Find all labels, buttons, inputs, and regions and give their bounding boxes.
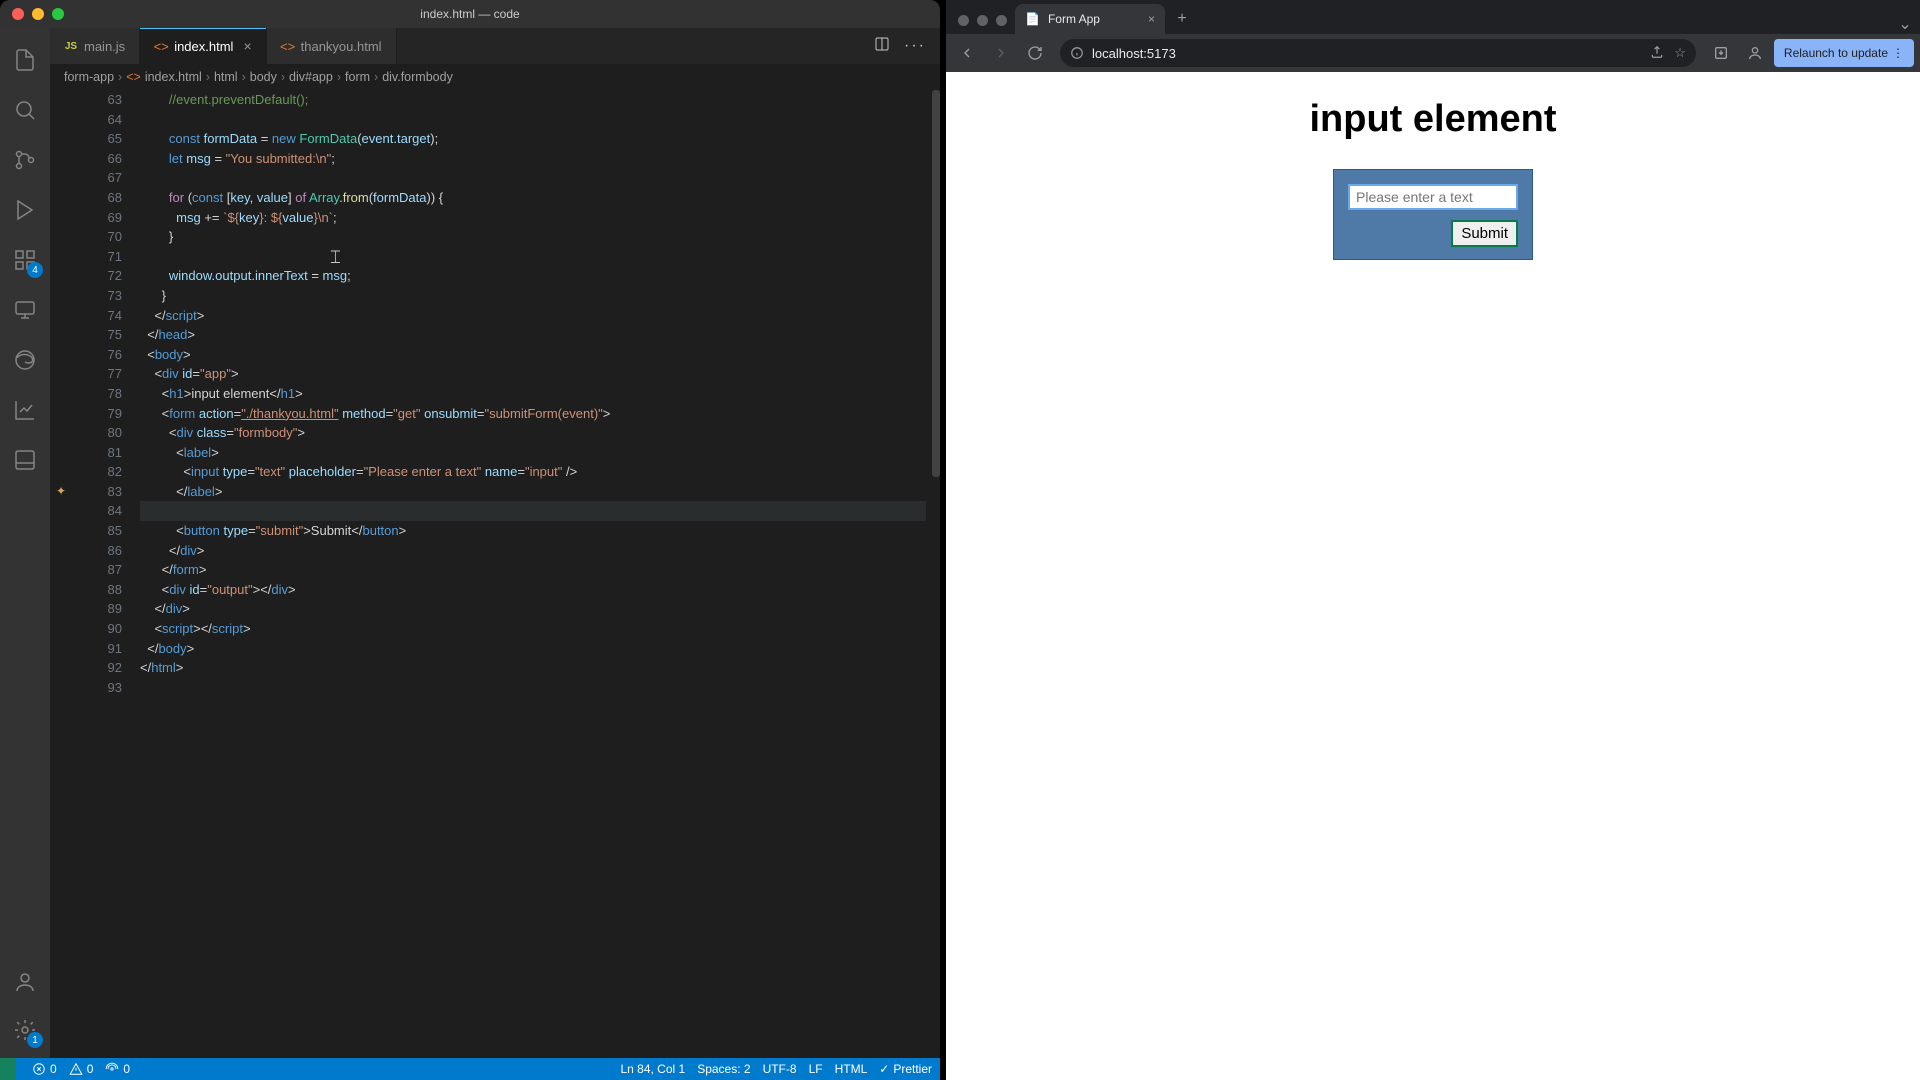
problems-warnings[interactable]: 0 — [69, 1062, 94, 1076]
extensions-icon[interactable]: 4 — [1, 236, 49, 284]
settings-gear-icon[interactable]: 1 — [1, 1006, 49, 1054]
install-app-icon[interactable] — [1706, 38, 1736, 68]
glyph-margin: ✦ — [50, 90, 76, 1058]
tab-main-js[interactable]: JS main.js — [50, 28, 140, 64]
status-bar: 0 0 0 Ln 84, Col 1 Spaces: 2 UTF-8 LF HT… — [0, 1058, 940, 1080]
problems-errors[interactable]: 0 — [32, 1062, 57, 1076]
activity-bar: 4 1 — [0, 28, 50, 1058]
encoding[interactable]: UTF-8 — [763, 1062, 797, 1076]
relaunch-button[interactable]: Relaunch to update⋮ — [1774, 39, 1914, 67]
breadcrumb[interactable]: form-app› <>index.html› html› body› div#… — [50, 64, 940, 90]
tab-label: thankyou.html — [301, 39, 382, 54]
sparkle-icon: ✦ — [56, 482, 66, 502]
remote-explorer-icon[interactable] — [1, 286, 49, 334]
browser-tab-title: Form App — [1048, 12, 1100, 26]
breadcrumb-item[interactable]: form — [345, 70, 370, 84]
breadcrumb-item[interactable]: div#app — [289, 70, 333, 84]
split-editor-icon[interactable] — [874, 36, 890, 57]
extensions-badge: 4 — [27, 262, 43, 278]
tab-list-chevron-icon[interactable]: ⌄ — [1890, 14, 1920, 34]
editor-actions: ··· — [860, 28, 940, 64]
js-file-icon: JS — [64, 39, 78, 53]
editor-tabs: JS main.js <> index.html × <> thankyou.h… — [50, 28, 940, 64]
tab-index-html[interactable]: <> index.html × — [140, 28, 266, 64]
minimize-window-button[interactable] — [32, 8, 44, 20]
line-number-gutter: 6364656667686970717273747576777879808182… — [76, 90, 140, 1058]
url-text: localhost:5173 — [1092, 46, 1176, 61]
rendered-page: input element Submit — [946, 72, 1920, 1080]
vscode-titlebar: index.html — code — [0, 0, 940, 28]
window-title: index.html — code — [420, 7, 519, 21]
close-tab-icon[interactable]: × — [1148, 12, 1155, 26]
breadcrumb-item[interactable]: index.html — [145, 70, 202, 84]
traffic-lights — [12, 8, 64, 20]
browser-traffic-lights — [958, 15, 1007, 26]
breadcrumb-item[interactable]: html — [214, 70, 238, 84]
close-tab-icon[interactable]: × — [243, 38, 251, 54]
reload-icon[interactable] — [1020, 38, 1050, 68]
browser-tab[interactable]: 📄 Form App × — [1015, 4, 1165, 34]
settings-badge: 1 — [27, 1032, 43, 1048]
breadcrumb-item[interactable]: form-app — [64, 70, 114, 84]
edge-icon[interactable] — [1, 336, 49, 384]
run-debug-icon[interactable] — [1, 186, 49, 234]
bookmark-star-icon[interactable]: ☆ — [1674, 45, 1686, 62]
address-bar[interactable]: localhost:5173 ☆ — [1060, 39, 1696, 67]
submit-button[interactable]: Submit — [1451, 220, 1518, 247]
html-file-icon: <> — [154, 39, 168, 53]
new-tab-button[interactable]: + — [1169, 6, 1195, 32]
explorer-icon[interactable] — [1, 36, 49, 84]
minimap-scrollbar[interactable] — [926, 90, 940, 1058]
indentation[interactable]: Spaces: 2 — [697, 1062, 750, 1076]
eol[interactable]: LF — [809, 1062, 823, 1076]
tab-label: index.html — [174, 39, 233, 54]
remote-indicator[interactable] — [0, 1058, 16, 1080]
site-info-icon[interactable] — [1070, 46, 1084, 60]
ports-indicator[interactable]: 0 — [105, 1062, 130, 1076]
tab-favicon: 📄 — [1025, 12, 1040, 26]
html-file-icon: <> — [281, 39, 295, 53]
text-cursor-icon: ⌶ — [330, 248, 341, 268]
cursor-position[interactable]: Ln 84, Col 1 — [620, 1062, 685, 1076]
more-actions-icon[interactable]: ··· — [904, 37, 926, 55]
nav-forward-icon[interactable] — [986, 38, 1016, 68]
search-icon[interactable] — [1, 86, 49, 134]
chart-icon[interactable] — [1, 386, 49, 434]
share-icon[interactable] — [1650, 45, 1664, 62]
page-heading: input element — [1309, 98, 1556, 141]
panel-icon[interactable] — [1, 436, 49, 484]
maximize-window-button[interactable] — [52, 8, 64, 20]
editor-area: JS main.js <> index.html × <> thankyou.h… — [50, 28, 940, 1058]
breadcrumb-item[interactable]: body — [250, 70, 277, 84]
browser-tabstrip: 📄 Form App × + ⌄ — [946, 0, 1920, 34]
language-mode[interactable]: HTML — [835, 1062, 868, 1076]
browser-toolbar: localhost:5173 ☆ Relaunch to update⋮ — [946, 34, 1920, 72]
profile-icon[interactable] — [1740, 38, 1770, 68]
tab-label: main.js — [84, 39, 125, 54]
close-window-button[interactable] — [12, 8, 24, 20]
text-input[interactable] — [1348, 184, 1518, 210]
nav-back-icon[interactable] — [952, 38, 982, 68]
vscode-window: index.html — code 4 — [0, 0, 940, 1080]
form-body: Submit — [1333, 169, 1533, 260]
account-icon[interactable] — [1, 958, 49, 1006]
source-control-icon[interactable] — [1, 136, 49, 184]
code-lines[interactable]: //event.preventDefault(); const formData… — [140, 90, 926, 1058]
code-editor[interactable]: ✦ 63646566676869707172737475767778798081… — [50, 90, 940, 1058]
tab-thankyou-html[interactable]: <> thankyou.html — [267, 28, 397, 64]
browser-window: 📄 Form App × + ⌄ localhost:5173 ☆ Relaun… — [946, 0, 1920, 1080]
breadcrumb-item[interactable]: div.formbody — [382, 70, 453, 84]
formatter[interactable]: ✓ Prettier — [879, 1062, 932, 1076]
